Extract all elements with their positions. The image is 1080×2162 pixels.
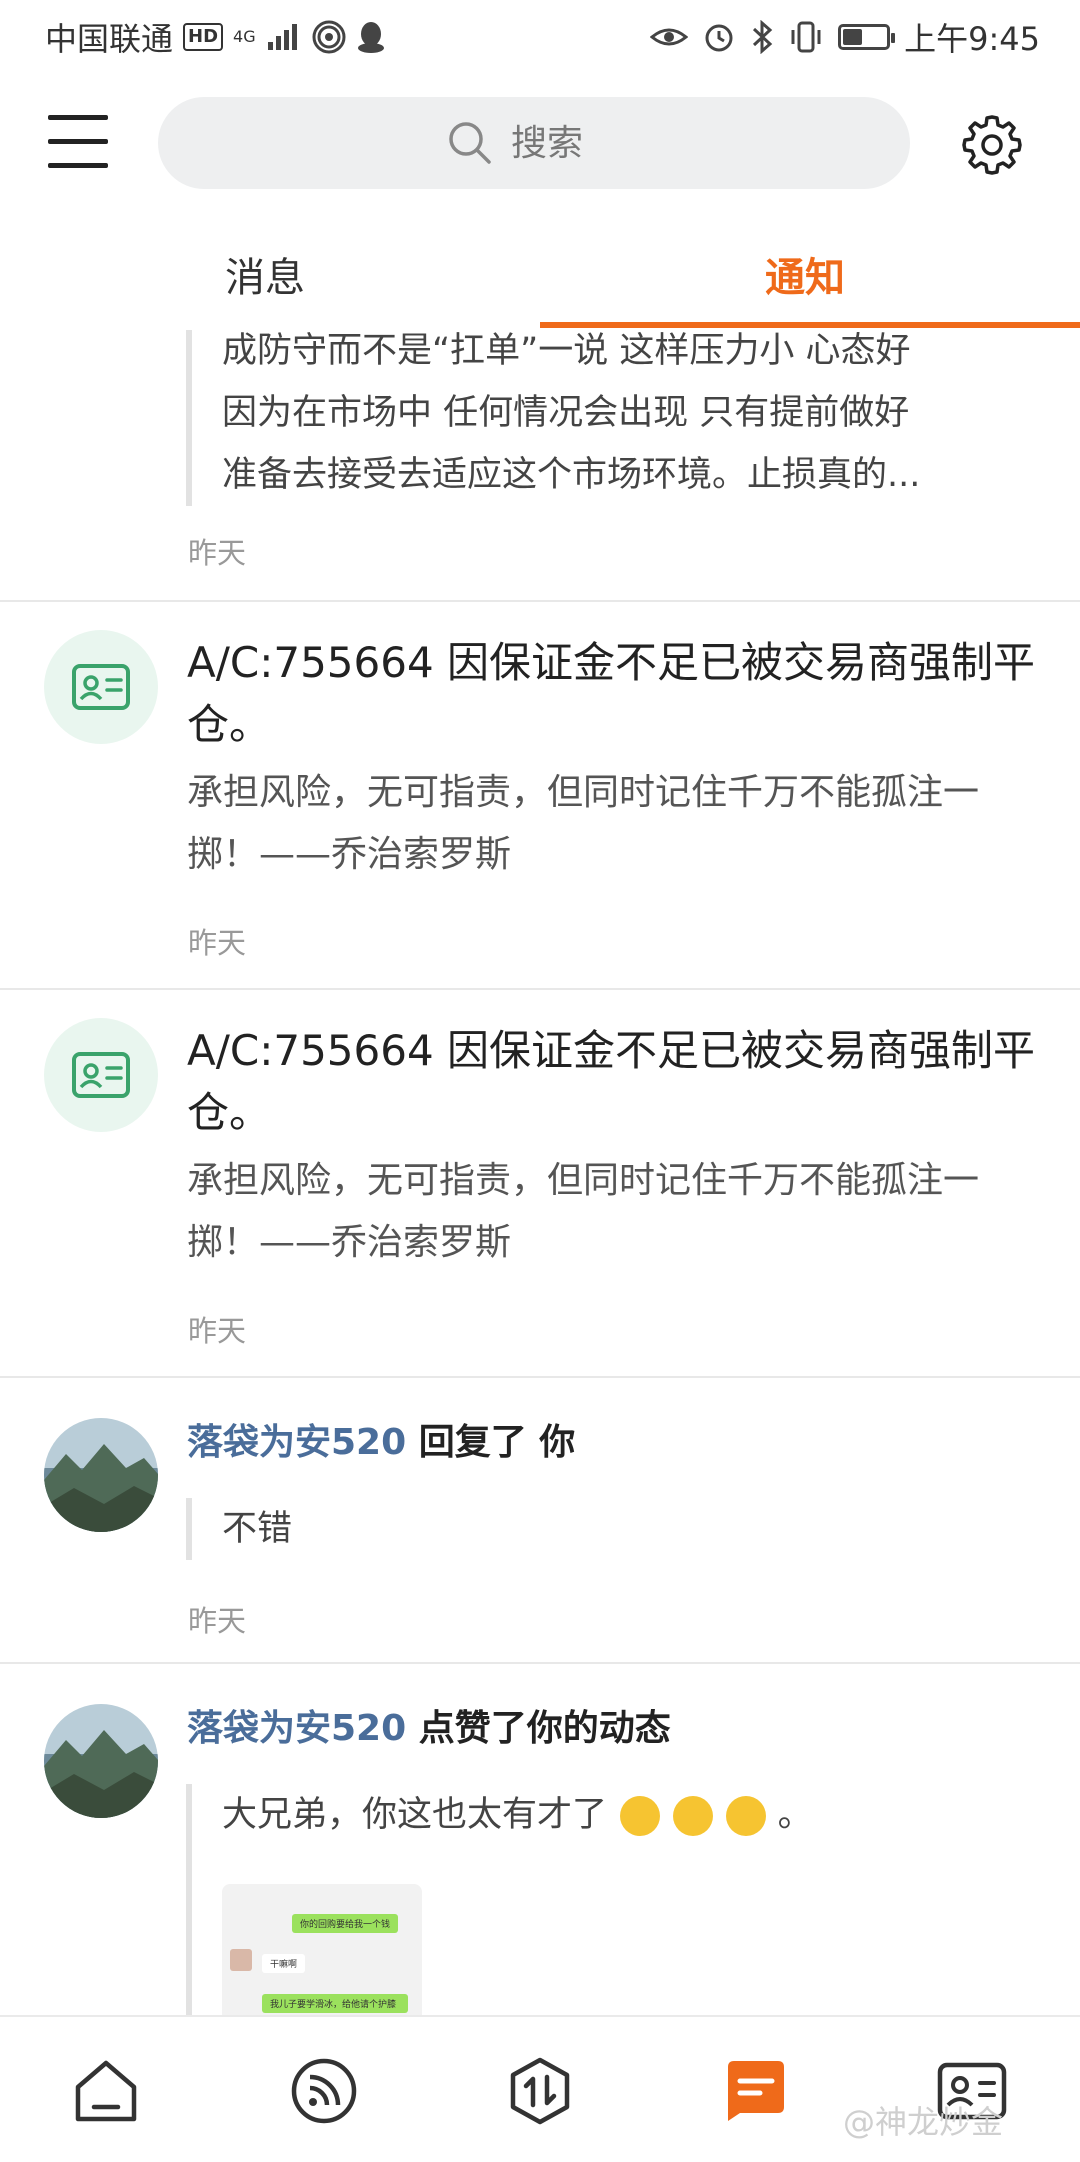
actor-line: 落袋为安520 回复了 你 <box>187 1418 575 1468</box>
list-item[interactable]: 成防守而不是“扛单”一说 这样压力小 心态好 因为在市场中 任何情况会出现 只有… <box>0 330 1080 602</box>
tab-bar: 消息 通知 <box>0 215 1080 330</box>
timestamp: 昨天 <box>188 1604 247 1638</box>
signal-icon <box>267 24 297 50</box>
header <box>0 75 1080 215</box>
search-input[interactable] <box>511 122 621 164</box>
quote-text: 不错 <box>222 1509 293 1549</box>
notification-title: A/C:755664 因保证金不足已被交易商强制平仓。 <box>187 1026 1036 1137</box>
thumb-chat-bubble: 你的回购要给我一个钱 <box>292 1914 399 1933</box>
list-item[interactable]: A/C:755664 因保证金不足已被交易商强制平仓。 承担风险，无可指责，但同… <box>0 602 1080 990</box>
timestamp: 昨天 <box>188 1314 247 1348</box>
status-right: 上午9:45 <box>650 14 1040 60</box>
actor-line: 落袋为安520 点赞了你的动态 <box>187 1704 671 1754</box>
timestamp: 昨天 <box>188 536 247 570</box>
list-item[interactable]: A/C:755664 因保证金不足已被交易商强制平仓。 承担风险，无可指责，但同… <box>0 990 1080 1378</box>
clock: 上午9:45 <box>904 20 1040 58</box>
vibrate-icon <box>791 21 821 53</box>
carrier-label: 中国联通 <box>45 20 174 58</box>
hd-badge: HD <box>183 23 224 51</box>
battery-icon <box>838 24 896 50</box>
eye-icon <box>650 28 689 46</box>
notification-body: 承担风险，无可指责，但同时记住千万不能孤注一掷！——乔治索罗斯 <box>187 1160 980 1263</box>
tab-notifications[interactable]: 通知 <box>765 245 845 303</box>
thumb-avatar <box>230 1949 252 1971</box>
alarm-icon <box>705 24 733 52</box>
action-text: 点赞了你的动态 <box>418 1708 671 1749</box>
action-text: 回复了 你 <box>418 1422 576 1463</box>
laugh-emoji-icon <box>673 1796 714 1836</box>
search-bar[interactable] <box>158 97 910 189</box>
active-tab-indicator <box>540 322 1080 328</box>
thumb-chat-bubble: 我儿子要学滑冰，给他请个护膝 <box>262 1994 408 2013</box>
quote-text: 大兄弟，你这也太有才了 。 <box>222 1784 813 1846</box>
quote-text-end: 。 <box>777 1795 813 1835</box>
id-card-icon <box>44 1018 158 1132</box>
notification-list[interactable]: 成防守而不是“扛单”一说 这样压力小 心态好 因为在市场中 任何情况会出现 只有… <box>0 330 1080 2015</box>
search-icon <box>449 122 491 164</box>
avatar[interactable] <box>44 1704 158 1818</box>
bluetooth-icon <box>753 20 773 54</box>
qq-icon <box>357 22 384 53</box>
avatar[interactable] <box>44 1418 158 1532</box>
watermark-text: @神龙炒金 <box>843 2103 1004 2141</box>
quote-line: 成防守而不是“扛单”一说 这样压力小 心态好 <box>222 331 911 371</box>
bottom-nav: @神龙炒金 <box>0 2015 1080 2162</box>
notification-title: A/C:755664 因保证金不足已被交易商强制平仓。 <box>187 638 1036 749</box>
message-icon[interactable] <box>720 2055 792 2127</box>
timestamp: 昨天 <box>188 926 247 960</box>
laugh-emoji-icon <box>620 1796 661 1836</box>
thumb-chat-bubble: 干嘛啊 <box>262 1954 306 1973</box>
menu-button[interactable] <box>48 115 108 171</box>
hotspot-icon <box>312 20 346 54</box>
notification-body: 承担风险，无可指责，但同时记住千万不能孤注一掷！——乔治索罗斯 <box>187 772 980 875</box>
network-type: 4G <box>233 27 256 46</box>
laugh-emoji-icon <box>726 1796 767 1836</box>
quote-block: 成防守而不是“扛单”一说 这样压力小 心态好 因为在市场中 任何情况会出现 只有… <box>186 330 920 506</box>
id-card-icon <box>44 630 158 744</box>
username-link[interactable]: 落袋为安520 <box>187 1422 406 1463</box>
quote-block: 不错 <box>186 1498 292 1560</box>
status-bar: 中国联通 HD 4G 上午9:45 <box>0 0 1080 75</box>
list-item[interactable]: 落袋为安520 回复了 你 不错 昨天 <box>0 1378 1080 1664</box>
username-link[interactable]: 落袋为安520 <box>187 1708 406 1749</box>
tab-messages[interactable]: 消息 <box>225 245 305 303</box>
list-item[interactable]: 落袋为安520 点赞了你的动态 大兄弟，你这也太有才了 。 你的回购要给我一个钱… <box>0 1664 1080 2015</box>
trade-icon[interactable] <box>504 2055 576 2127</box>
quote-text-main: 大兄弟，你这也太有才了 <box>222 1795 608 1835</box>
status-left: 中国联通 HD 4G <box>45 14 386 60</box>
settings-icon[interactable] <box>960 113 1024 177</box>
quote-line: 准备去接受去适应这个市场环境。止损真的... <box>222 455 921 495</box>
post-thumbnail[interactable]: 你的回购要给我一个钱 干嘛啊 我儿子要学滑冰，给他请个护膝 <box>222 1884 422 2015</box>
home-icon[interactable] <box>70 2055 142 2127</box>
quote-line: 因为在市场中 任何情况会出现 只有提前做好 <box>222 393 910 433</box>
feed-icon[interactable] <box>288 2055 360 2127</box>
